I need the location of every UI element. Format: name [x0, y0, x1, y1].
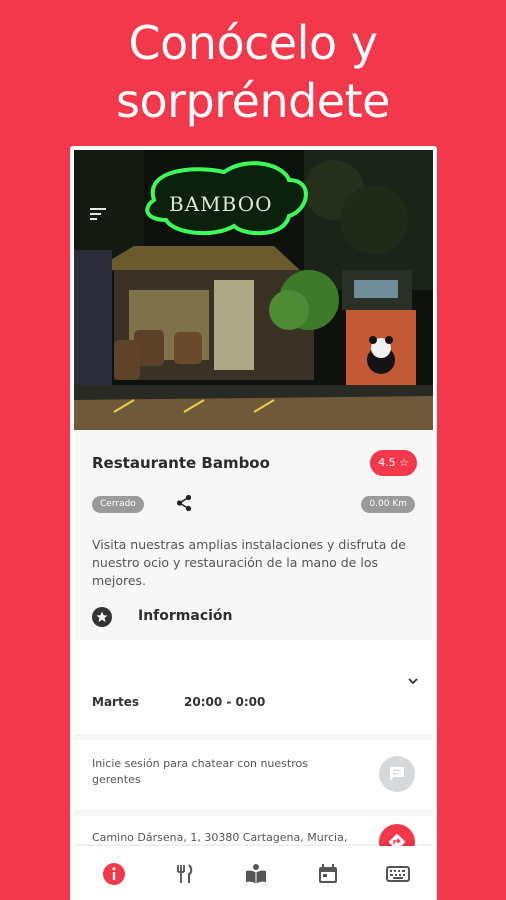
neon-sign-text: BAMBOO — [169, 192, 272, 216]
restaurant-description: Visita nuestras amplias instalaciones y … — [92, 537, 406, 588]
headline-line-2: sorpréndete — [116, 74, 390, 128]
chat-section: Inicie sesión para chatear con nuestros … — [74, 740, 433, 810]
headline: Conócelo y sorpréndete — [0, 14, 506, 130]
info-icon[interactable] — [102, 862, 126, 886]
restaurant-card: Restaurante Bamboo 4.5 ☆ Cerrado 0.00 Km… — [74, 430, 433, 640]
distance-badge: 0.00 Km — [361, 496, 415, 513]
info-label: Información — [138, 608, 233, 624]
status-badge: Cerrado — [92, 496, 144, 513]
menu-icon[interactable] — [90, 208, 106, 223]
restaurant-photo: BAMBOO — [74, 150, 433, 430]
book-icon[interactable] — [244, 862, 268, 886]
keyboard-icon[interactable] — [386, 862, 410, 886]
fork-knife-icon[interactable] — [172, 862, 196, 886]
rating-badge: 4.5 ☆ — [370, 450, 417, 476]
calendar-icon[interactable] — [316, 862, 340, 886]
headline-line-1: Conócelo y — [128, 16, 378, 70]
hours-time: 20:00 - 0:00 — [184, 695, 266, 709]
bottom-navigation — [74, 846, 433, 900]
phone-screen: BAMBOO Restaurante Bamboo 4.5 ☆ Cerrado … — [70, 146, 437, 900]
star-icon — [92, 607, 112, 627]
opening-hours: Martes 20:00 - 0:00 — [74, 640, 433, 734]
restaurant-name: Restaurante Bamboo — [92, 454, 270, 472]
chat-icon — [390, 767, 404, 781]
chevron-down-icon[interactable] — [407, 672, 419, 685]
chat-button[interactable] — [379, 756, 415, 792]
restaurant-photo-illustration: BAMBOO — [74, 150, 433, 430]
share-icon[interactable] — [174, 493, 194, 513]
hours-day: Martes — [92, 695, 139, 709]
chat-login-text: Inicie sesión para chatear con nuestros … — [92, 757, 308, 786]
